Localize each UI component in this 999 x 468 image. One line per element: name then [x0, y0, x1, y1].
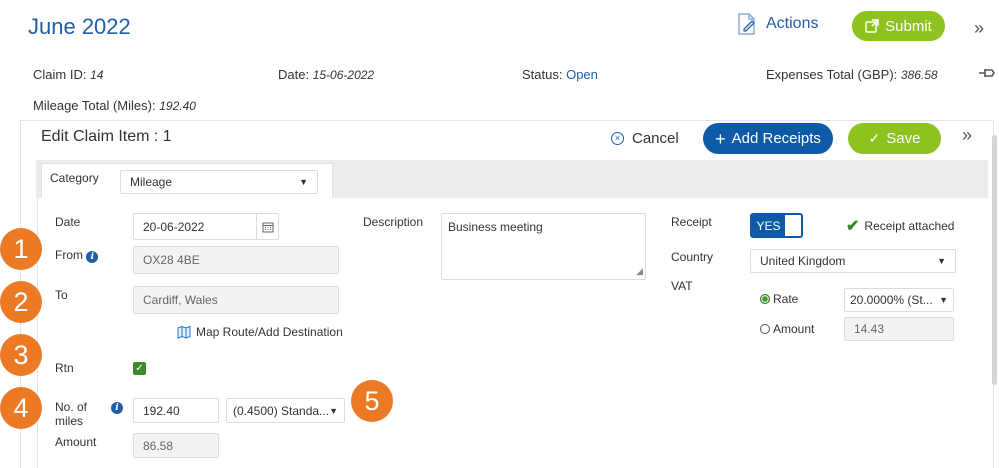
country-select[interactable]: United Kingdom ▼ — [750, 249, 956, 273]
receipt-toggle[interactable]: YES — [750, 213, 803, 238]
submit-button[interactable]: Submit — [852, 11, 945, 41]
category-select[interactable]: Mileage ▼ — [120, 170, 318, 194]
cancel-button[interactable]: × Cancel — [611, 130, 679, 147]
submit-label: Submit — [885, 17, 932, 35]
panel-title: Edit Claim Item : 1 — [41, 128, 172, 145]
callout-marker-3: 3 — [0, 334, 42, 376]
receipt-attached: ✔ Receipt attached — [846, 218, 955, 235]
amount-input[interactable]: 86.58 — [133, 433, 219, 458]
expenses-total: Expenses Total (GBP): 386.58 — [766, 67, 938, 82]
info-icon[interactable]: i — [111, 402, 123, 414]
amount-label: Amount — [55, 435, 97, 449]
description-textarea[interactable]: Business meeting ◢ — [441, 213, 646, 280]
save-button[interactable]: ✓ Save — [848, 123, 941, 154]
page-title: June 2022 — [28, 14, 131, 39]
description-label: Description — [363, 215, 424, 229]
receipt-label: Receipt — [671, 215, 712, 229]
chevron-right-icon[interactable]: » — [962, 125, 972, 146]
vat-amount-input[interactable]: 14.43 — [844, 317, 954, 341]
close-circle-icon: × — [611, 132, 624, 145]
map-route-link[interactable]: Map Route/Add Destination — [177, 325, 343, 339]
scrollbar[interactable] — [992, 135, 997, 385]
vat-label: VAT — [671, 279, 693, 293]
from-input[interactable]: OX28 4BE — [133, 246, 339, 274]
claim-date: Date: 15-06-2022 — [278, 67, 375, 82]
country-label: Country — [671, 250, 714, 264]
chevron-down-icon: ▼ — [299, 177, 308, 187]
chevron-down-icon: ▼ — [937, 256, 946, 266]
category-label: Category — [50, 171, 99, 185]
add-receipts-button[interactable]: + Add Receipts — [703, 123, 833, 154]
chevron-down-icon: ▼ — [939, 295, 948, 305]
document-edit-icon — [738, 13, 755, 35]
actions-button[interactable]: Actions — [736, 12, 818, 36]
rtn-label: Rtn — [55, 361, 74, 375]
to-label: To — [55, 288, 68, 302]
callout-marker-4: 4 — [0, 387, 42, 429]
vat-rate-select[interactable]: 20.0000% (St... ▼ — [844, 288, 954, 312]
info-icon[interactable]: i — [86, 251, 99, 263]
claim-status: Status: Open — [522, 67, 598, 82]
map-icon — [177, 325, 191, 339]
status-badge: Open — [566, 67, 598, 82]
from-label: From i — [55, 248, 99, 263]
vat-amount-option[interactable]: Amount — [760, 322, 814, 336]
resize-grip-icon[interactable]: ◢ — [636, 266, 643, 277]
actions-label: Actions — [766, 15, 819, 32]
mileage-total: Mileage Total (Miles): 192.40 — [33, 98, 196, 113]
miles-label: No. of miles — [55, 400, 88, 428]
radio-unselected[interactable] — [760, 324, 770, 334]
chevron-right-icon[interactable]: » — [974, 18, 984, 39]
miles-input[interactable]: 192.40 — [133, 398, 219, 423]
check-icon: ✔ — [846, 218, 860, 235]
check-icon: ✓ — [868, 130, 881, 146]
chevron-down-icon: ▼ — [329, 405, 338, 416]
claim-id: Claim ID: 14 — [33, 67, 104, 82]
mileage-rate-select[interactable]: (0.4500) Standa... ▼ — [226, 398, 345, 423]
rtn-checkbox[interactable]: ✓ — [133, 362, 146, 375]
date-input[interactable]: 20-06-2022 — [133, 213, 279, 240]
external-link-icon — [865, 19, 879, 33]
to-input[interactable]: Cardiff, Wales — [133, 286, 339, 314]
plus-icon: + — [715, 128, 726, 149]
calendar-icon[interactable] — [256, 214, 278, 239]
callout-marker-5: 5 — [351, 380, 393, 422]
pin-icon[interactable] — [978, 66, 996, 80]
date-label: Date — [55, 215, 81, 229]
callout-marker-2: 2 — [0, 281, 42, 323]
vat-rate-option[interactable]: Rate — [760, 292, 798, 306]
callout-marker-1: 1 — [0, 228, 42, 270]
radio-selected[interactable] — [760, 294, 770, 304]
